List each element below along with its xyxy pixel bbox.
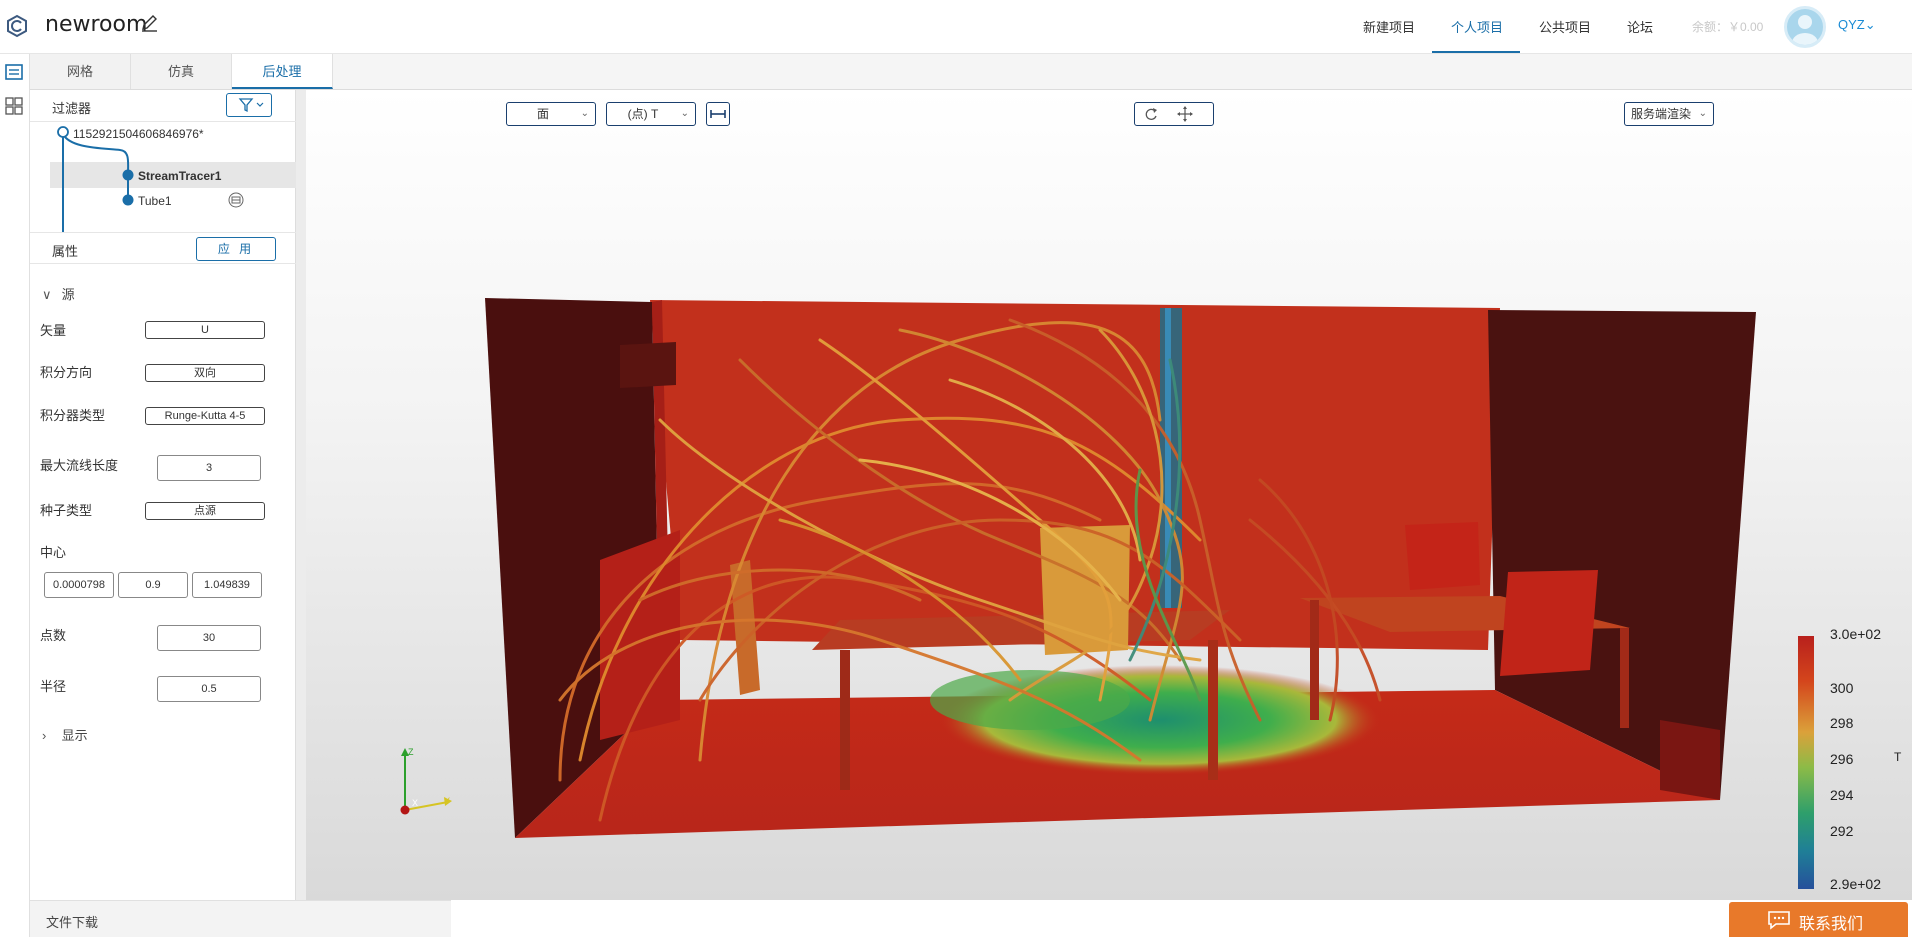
colorbar-label-min: 2.9e+02 [1830,876,1881,892]
pipeline-streamtracer-label[interactable]: StreamTracer1 [138,169,221,183]
nav-public-projects[interactable]: 公共项目 [1539,17,1591,36]
username: QYZ [1838,17,1865,32]
icon-rail [0,54,30,937]
radius-label: 半径 [40,679,67,694]
properties-panel-title: 属性 [52,244,79,259]
nav-new-project[interactable]: 新建项目 [1363,17,1415,36]
colorbar-label: 300 [1830,680,1854,696]
top-bar: newroom 新建项目 个人项目 公共项目 论坛 余额：￥0.00 QYZ⌄ [0,0,1912,54]
3d-viewport[interactable]: Z Y X 3.0e+02 300 298 296 294 292 2.9e+0… [306,90,1912,900]
colorbar-label-max: 3.0e+02 [1830,626,1881,642]
max-streamline-length-input[interactable]: 3 [157,455,261,481]
point-count-input[interactable]: 30 [157,625,261,651]
chevron-right-icon: › [42,728,47,743]
representation-value: 面 [536,107,549,121]
seed-type-select[interactable]: 点源 [145,502,265,520]
cfd-scene [400,298,1814,889]
pan-move-icon[interactable] [1175,103,1195,125]
workflow-tabs: 网格 仿真 后处理 [30,54,1912,90]
project-title: newroom [45,12,148,37]
camera-controls [1134,102,1214,126]
filter-panel-header: 过滤器 [30,90,296,122]
add-filter-button[interactable] [226,93,272,117]
tab-mesh[interactable]: 网格 [30,54,131,89]
avatar[interactable] [1784,6,1826,48]
max-streamline-length-label: 最大流线长度 [40,458,119,473]
file-download-label: 文件下载 [46,915,99,930]
pipeline-root-label[interactable]: 1152921504606846976* [73,127,204,141]
chevron-down-icon: ⌄ [1698,108,1707,119]
source-section-toggle[interactable]: ∨ 源 [42,284,75,303]
filter-icon [238,98,264,113]
apply-button[interactable]: 应 用 [196,237,276,261]
seed-type-label: 种子类型 [40,503,93,518]
colorbar-label: 294 [1830,787,1854,803]
nav-active-indicator [1432,51,1520,53]
nav-forum[interactable]: 论坛 [1627,17,1653,36]
app-logo-icon[interactable] [6,14,28,38]
colorbar-label: 298 [1830,715,1854,731]
colorbar-gradient [1798,636,1814,889]
axis-z-label: Z [408,747,414,757]
source-section-label: 源 [61,287,75,302]
user-menu[interactable]: QYZ⌄ [1838,17,1876,33]
display-section-label: 显示 [61,728,88,743]
tab-simulation[interactable]: 仿真 [131,54,232,89]
properties-panel-header: 属性 应 用 [30,232,296,264]
radius-input[interactable]: 0.5 [157,676,261,702]
colorbar-label: 296 [1830,751,1854,767]
center-z-input[interactable]: 1.049839 [192,572,262,598]
contact-us-button[interactable]: 联系我们 [1729,902,1908,937]
chevron-down-icon: ⌄ [580,108,589,119]
display-section-toggle[interactable]: › 显示 [42,725,88,744]
user-silhouette-icon [1792,15,1818,45]
vector-label: 矢量 [40,323,67,338]
integrator-type-select[interactable]: Runge-Kutta 4-5 [145,407,265,425]
visibility-eye-icon[interactable] [228,192,244,208]
pipeline-tube-label[interactable]: Tube1 [138,194,172,208]
edit-title-icon[interactable] [140,14,158,32]
colorbar-label: 292 [1830,823,1854,839]
integration-direction-label: 积分方向 [40,365,93,380]
reset-camera-icon[interactable] [1141,103,1161,125]
contact-us-label: 联系我们 [1799,916,1864,933]
file-download-bar[interactable]: 文件下载 [30,900,451,937]
render-mode-select[interactable]: 服务端渲染 ⌄ [1624,102,1714,126]
colorbar-title: T [1894,750,1902,764]
representation-select[interactable]: 面 ⌄ [506,102,596,126]
account-balance: 余额：￥0.00 [1692,20,1764,34]
render-mode-value: 服务端渲染 [1630,107,1691,121]
center-y-input[interactable]: 0.9 [118,572,188,598]
nav-personal-projects[interactable]: 个人项目 [1451,17,1503,36]
chevron-down-icon: ⌄ [1864,17,1876,32]
axis-x-label: X [412,798,419,808]
center-label: 中心 [40,545,67,560]
point-count-label: 点数 [40,628,67,643]
horizontal-arrows-icon [710,110,726,118]
center-x-input[interactable]: 0.0000798 [44,572,114,598]
chevron-down-icon: ∨ [42,287,52,302]
axis-y-label: Y [444,796,451,806]
chat-bubble-icon [1768,911,1790,930]
vector-select[interactable]: U [145,321,265,339]
integration-direction-select[interactable]: 双向 [145,364,265,382]
color-by-select[interactable]: (点) T ⌄ [606,102,696,126]
integrator-type-label: 积分器类型 [40,408,106,423]
tab-postprocessing[interactable]: 后处理 [232,54,333,89]
grid-view-icon[interactable] [4,96,24,116]
left-panel: 过滤器 1152921504606846976* StreamTracer1 T… [30,90,306,937]
properties-panel-icon[interactable] [4,62,24,82]
panel-scrollbar[interactable] [296,90,306,900]
rescale-range-button[interactable] [706,102,730,126]
color-by-value: (点) T [627,107,659,121]
chevron-down-icon: ⌄ [680,108,689,119]
filter-panel-title: 过滤器 [52,101,92,116]
pipeline-browser: 1152921504606846976* StreamTracer1 Tube1 [30,122,296,232]
